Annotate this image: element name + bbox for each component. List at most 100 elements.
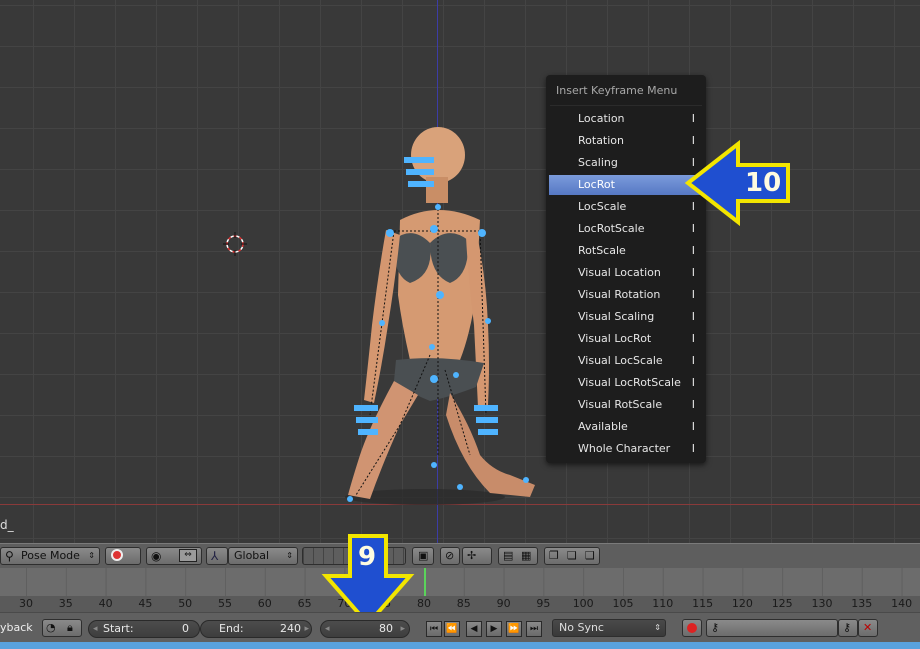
menu-item-shortcut: I (691, 244, 695, 257)
3d-cursor-icon[interactable] (223, 232, 247, 256)
menu-item[interactable]: Location I (549, 109, 703, 129)
menu-item[interactable]: Visual LocScale I (549, 351, 703, 371)
menu-item-shortcut: I (691, 420, 695, 433)
paste-flipped-icon: ❑ (585, 549, 595, 562)
menu-item-label: Visual LocScale (578, 354, 663, 367)
start-frame-field[interactable]: ◂ Start: 0 (88, 620, 200, 638)
menu-item-label: Visual RotScale (578, 398, 663, 411)
menu-item[interactable]: LocRotI (549, 175, 703, 195)
menu-item-shortcut: I (691, 332, 695, 345)
menu-item[interactable]: RotScale I (549, 241, 703, 261)
copy-pose-icon: ❐ (549, 549, 559, 562)
timeline-tick-label: 140 (891, 597, 913, 610)
arrow-left-icon: ◂ (325, 624, 330, 634)
menu-item[interactable]: Visual Rotation I (549, 285, 703, 305)
3d-viewport[interactable]: d_ Insert Keyframe Menu Location I Rotatio… (0, 0, 920, 543)
snap-button[interactable]: ✢ (462, 547, 492, 565)
timeline-tick-label: 125 (771, 597, 793, 610)
axes-icon: ⅄ (211, 549, 219, 563)
menu-item-shortcut: I (691, 398, 695, 411)
playback-menu[interactable]: yback (0, 621, 33, 634)
current-frame-value: 80 (379, 622, 393, 635)
record-icon (687, 623, 697, 633)
menu-item-label: Visual LocRot (578, 332, 652, 345)
sync-mode-selector[interactable]: No Sync ⇕ (552, 619, 666, 637)
menu-item[interactable]: LocScale I (549, 197, 703, 217)
render-buttons[interactable]: ▤ ▦ (498, 547, 538, 565)
play-reverse-button[interactable]: ◀ (466, 621, 482, 637)
menu-item[interactable]: Rotation I (549, 131, 703, 151)
key-add-icon: ⚷ (843, 621, 852, 634)
menu-item[interactable]: Visual RotScale I (549, 395, 703, 415)
callout-9-label: 9 (358, 542, 377, 572)
start-value: 0 (182, 622, 189, 635)
mode-selector[interactable]: ⚲ Pose Mode ⇕ (0, 547, 100, 565)
timeline-tick-label: 60 (257, 597, 272, 610)
menu-item-label: Location (578, 112, 625, 125)
updown-icon: ⇕ (654, 623, 661, 632)
current-frame-field[interactable]: ◂ 80 ▸ (320, 620, 410, 638)
orientation-selector[interactable]: Global ⇕ (228, 547, 298, 565)
menu-item-label: Visual Scaling (578, 310, 655, 323)
pose-copy-paste-buttons[interactable]: ❐ ❏ ❑ (544, 547, 600, 565)
timeline-tick-label: 115 (692, 597, 714, 610)
start-label: Start: (103, 622, 134, 635)
timeline-tick-label: 130 (811, 597, 833, 610)
shading-icon (111, 549, 123, 561)
menu-item-label: Visual Location (578, 266, 661, 279)
menu-item[interactable]: Visual LocRot I (549, 329, 703, 349)
menu-item[interactable]: Scaling I (549, 153, 703, 173)
menu-item-shortcut: I (691, 310, 695, 323)
auto-keyframe-button[interactable] (682, 619, 702, 637)
menu-item[interactable]: Visual LocRotScale I (549, 373, 703, 393)
play-button[interactable]: ▶ (486, 621, 502, 637)
proportional-edit-button[interactable]: ⊘ (440, 547, 460, 565)
camera-icon: ▤ (503, 549, 514, 562)
menu-item[interactable]: LocRotScale I (549, 219, 703, 239)
timeline-tick-label: 90 (496, 597, 511, 610)
end-value: 240 (280, 622, 301, 635)
key-remove-icon: ✕ (863, 621, 873, 634)
menu-item-shortcut: I (691, 266, 695, 279)
menu-item-label: Available (578, 420, 628, 433)
key-icon: ⚷ (711, 621, 720, 634)
viewport-shading-selector[interactable] (105, 547, 141, 565)
keying-set-field[interactable]: ⚷ (706, 619, 838, 637)
proportional-icon: ⊘ (445, 549, 455, 562)
menu-item[interactable]: Visual Scaling I (549, 307, 703, 327)
manipulator-icon: ⇔ (179, 549, 197, 562)
insert-keyframe-button[interactable]: ⚷ (838, 619, 858, 637)
pivot-point-selector[interactable]: ◉ ⇔ (146, 547, 202, 565)
transform-manipulator-button[interactable]: ⅄ (206, 547, 228, 565)
prev-keyframe-button[interactable]: ⏪ (444, 621, 460, 637)
arrow-right-icon: ▸ (400, 624, 405, 634)
timeline-tick-label: 50 (178, 597, 193, 610)
insert-keyframe-menu: Insert Keyframe Menu Location I Rotation I S… (546, 75, 706, 463)
menu-item[interactable]: Available I (549, 417, 703, 437)
next-keyframe-button[interactable]: ⏩ (506, 621, 522, 637)
preview-range-buttons[interactable]: ◔ 🔒︎ (42, 619, 82, 637)
timeline-tick-label: 105 (612, 597, 634, 610)
timeline-tick-label: 40 (98, 597, 113, 610)
menu-item[interactable]: Visual Location I (549, 263, 703, 283)
menu-item-label: Scaling (578, 156, 618, 169)
lock-icon: ▣ (418, 549, 429, 562)
arrow-right-icon: ▸ (304, 624, 309, 634)
timeline-tick-label: 120 (731, 597, 753, 610)
prev-keyframe-icon: ⏪ (446, 624, 458, 634)
pivot-icon: ◉ (151, 549, 162, 563)
character-model[interactable] (330, 125, 550, 520)
menu-item-label: LocRotScale (578, 222, 645, 235)
pose-mode-icon: ⚲ (5, 549, 14, 563)
jump-end-button[interactable]: ⏭ (526, 621, 542, 637)
menu-item-label: Whole Character (578, 442, 671, 455)
end-frame-field[interactable]: End: 240 ▸ (200, 620, 312, 638)
menu-item-shortcut: I (691, 376, 695, 389)
current-frame-marker[interactable] (424, 568, 426, 598)
menu-item-label: Visual Rotation (578, 288, 661, 301)
viewport-corner-text: d_ (0, 518, 14, 532)
jump-start-button[interactable]: ⏮ (426, 621, 442, 637)
menu-item-shortcut: I (691, 442, 695, 455)
menu-item[interactable]: Whole Character I (549, 439, 703, 459)
delete-keyframe-button[interactable]: ✕ (858, 619, 878, 637)
